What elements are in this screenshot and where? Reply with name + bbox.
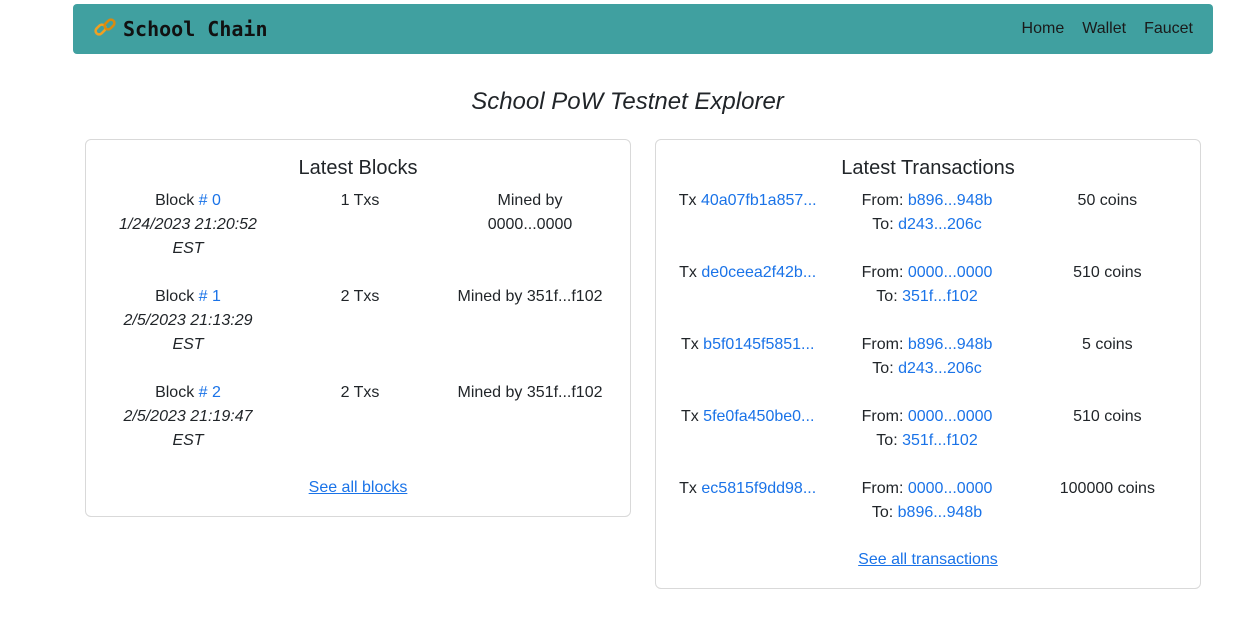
block-timezone: EST bbox=[172, 240, 204, 257]
tx-hash-link[interactable]: b5f0145f5851... bbox=[703, 336, 814, 353]
transaction-row: Tx 5fe0fa450be0... From: 0000...0000 To:… bbox=[656, 405, 1200, 477]
to-label: To: bbox=[872, 216, 894, 233]
to-address-link[interactable]: b896...948b bbox=[898, 504, 983, 521]
block-info: Block # 1 2/5/2023 21:13:29 EST bbox=[86, 285, 290, 381]
latest-blocks-card: Latest Blocks Block # 0 1/24/2023 21:20:… bbox=[85, 139, 631, 517]
tx-id: Tx 40a07fb1a857... bbox=[656, 189, 839, 261]
from-address-link[interactable]: 0000...0000 bbox=[908, 408, 993, 425]
from-address-link[interactable]: 0000...0000 bbox=[908, 264, 993, 281]
tx-amount: 510 coins bbox=[1073, 408, 1142, 425]
to-address-link[interactable]: 351f...f102 bbox=[902, 288, 978, 305]
block-row: Block # 0 1/24/2023 21:20:52 EST 1 Txs M… bbox=[86, 189, 630, 285]
tx-amount: 100000 coins bbox=[1059, 480, 1155, 497]
from-label: From: bbox=[861, 480, 904, 497]
tx-label: Tx bbox=[679, 480, 697, 497]
block-info: Block # 2 2/5/2023 21:19:47 EST bbox=[86, 381, 290, 477]
tx-id: Tx 5fe0fa450be0... bbox=[656, 405, 839, 477]
block-row: Block # 1 2/5/2023 21:13:29 EST 2 Txs Mi… bbox=[86, 285, 630, 381]
to-label: To: bbox=[876, 288, 898, 305]
from-label: From: bbox=[861, 408, 904, 425]
from-address-link[interactable]: b896...948b bbox=[908, 336, 993, 353]
tx-label: Tx bbox=[678, 192, 697, 209]
tx-id: Tx ec5815f9dd98... bbox=[656, 477, 839, 549]
block-tx-count: 2 Txs bbox=[340, 288, 380, 305]
see-all-transactions: See all transactions bbox=[656, 551, 1200, 569]
from-address-link[interactable]: b896...948b bbox=[908, 192, 993, 209]
blocks-list: Block # 0 1/24/2023 21:20:52 EST 1 Txs M… bbox=[86, 189, 630, 477]
block-miner: Mined by 351f...f102 bbox=[430, 381, 630, 477]
to-address-link[interactable]: d243...206c bbox=[898, 360, 982, 377]
block-date: 1/24/2023 21:20:52 bbox=[119, 216, 257, 233]
tx-label: Tx bbox=[680, 408, 699, 425]
page-title: School PoW Testnet Explorer bbox=[471, 88, 784, 115]
block-label: Block bbox=[155, 384, 195, 401]
tx-amount: 50 coins bbox=[1077, 192, 1138, 209]
tx-amount: 510 coins bbox=[1073, 264, 1142, 281]
miner-address: 351f...f102 bbox=[526, 288, 603, 305]
tx-parties: From: 0000...0000 To: 351f...f102 bbox=[839, 261, 1014, 333]
transaction-row: Tx b5f0145f5851... From: b896...948b To:… bbox=[656, 333, 1200, 405]
block-label: Block bbox=[155, 288, 195, 305]
miner-address: 351f...f102 bbox=[526, 384, 603, 401]
tx-parties: From: 0000...0000 To: 351f...f102 bbox=[839, 405, 1014, 477]
block-tx-count: 2 Txs bbox=[340, 384, 380, 401]
link-icon bbox=[93, 15, 117, 44]
nav-home-link[interactable]: Home bbox=[1022, 20, 1065, 38]
mined-by-label: Mined by bbox=[457, 288, 523, 305]
block-number-link[interactable]: # 1 bbox=[199, 288, 221, 305]
miner-address: 0000...0000 bbox=[487, 216, 573, 233]
to-address-link[interactable]: d243...206c bbox=[898, 216, 982, 233]
block-number-link[interactable]: # 0 bbox=[199, 192, 221, 209]
mined-by-label: Mined by bbox=[457, 384, 523, 401]
tx-parties: From: b896...948b To: d243...206c bbox=[839, 333, 1014, 405]
transaction-row: Tx ec5815f9dd98... From: 0000...0000 To:… bbox=[656, 477, 1200, 549]
block-miner: Mined by 0000...0000 bbox=[430, 189, 630, 285]
brand-title: School Chain bbox=[123, 17, 268, 41]
block-number-link[interactable]: # 2 bbox=[199, 384, 221, 401]
tx-hash-link[interactable]: 40a07fb1a857... bbox=[701, 192, 817, 209]
to-address-link[interactable]: 351f...f102 bbox=[902, 432, 978, 449]
navbar: School Chain Home Wallet Faucet bbox=[73, 4, 1213, 54]
transactions-list: Tx 40a07fb1a857... From: b896...948b To:… bbox=[656, 189, 1200, 549]
block-timezone: EST bbox=[172, 336, 204, 353]
block-date: 2/5/2023 21:19:47 bbox=[123, 408, 253, 425]
see-all-blocks: See all blocks bbox=[86, 479, 630, 497]
to-label: To: bbox=[871, 504, 894, 521]
tx-label: Tx bbox=[679, 264, 697, 281]
latest-blocks-title: Latest Blocks bbox=[298, 157, 418, 179]
nav-links: Home Wallet Faucet bbox=[1022, 20, 1193, 38]
tx-hash-link[interactable]: de0ceea2f42b... bbox=[701, 264, 816, 281]
from-label: From: bbox=[861, 336, 904, 353]
brand[interactable]: School Chain bbox=[93, 15, 268, 44]
see-all-transactions-link[interactable]: See all transactions bbox=[858, 551, 998, 568]
tx-label: Tx bbox=[680, 336, 699, 353]
from-address-link[interactable]: 0000...0000 bbox=[908, 480, 993, 497]
tx-hash-link[interactable]: 5fe0fa450be0... bbox=[703, 408, 814, 425]
from-label: From: bbox=[861, 264, 904, 281]
to-label: To: bbox=[872, 360, 894, 377]
tx-amount: 5 coins bbox=[1081, 336, 1133, 353]
transaction-row: Tx 40a07fb1a857... From: b896...948b To:… bbox=[656, 189, 1200, 261]
tx-parties: From: b896...948b To: d243...206c bbox=[839, 189, 1014, 261]
to-label: To: bbox=[876, 432, 898, 449]
nav-faucet-link[interactable]: Faucet bbox=[1144, 20, 1193, 38]
see-all-blocks-link[interactable]: See all blocks bbox=[309, 479, 408, 496]
block-row: Block # 2 2/5/2023 21:19:47 EST 2 Txs Mi… bbox=[86, 381, 630, 477]
block-info: Block # 0 1/24/2023 21:20:52 EST bbox=[86, 189, 290, 285]
latest-transactions-card: Latest Transactions Tx 40a07fb1a857... F… bbox=[655, 139, 1201, 589]
tx-id: Tx b5f0145f5851... bbox=[656, 333, 839, 405]
latest-transactions-title: Latest Transactions bbox=[841, 157, 1015, 179]
tx-hash-link[interactable]: ec5815f9dd98... bbox=[701, 480, 816, 497]
block-label: Block bbox=[155, 192, 195, 209]
block-miner: Mined by 351f...f102 bbox=[430, 285, 630, 381]
block-date: 2/5/2023 21:13:29 bbox=[123, 312, 253, 329]
nav-wallet-link[interactable]: Wallet bbox=[1082, 20, 1126, 38]
block-tx-count: 1 Txs bbox=[340, 192, 380, 209]
tx-id: Tx de0ceea2f42b... bbox=[656, 261, 839, 333]
transaction-row: Tx de0ceea2f42b... From: 0000...0000 To:… bbox=[656, 261, 1200, 333]
from-label: From: bbox=[861, 192, 904, 209]
tx-parties: From: 0000...0000 To: b896...948b bbox=[839, 477, 1014, 549]
block-timezone: EST bbox=[172, 432, 204, 449]
mined-by-label: Mined by bbox=[497, 192, 563, 209]
